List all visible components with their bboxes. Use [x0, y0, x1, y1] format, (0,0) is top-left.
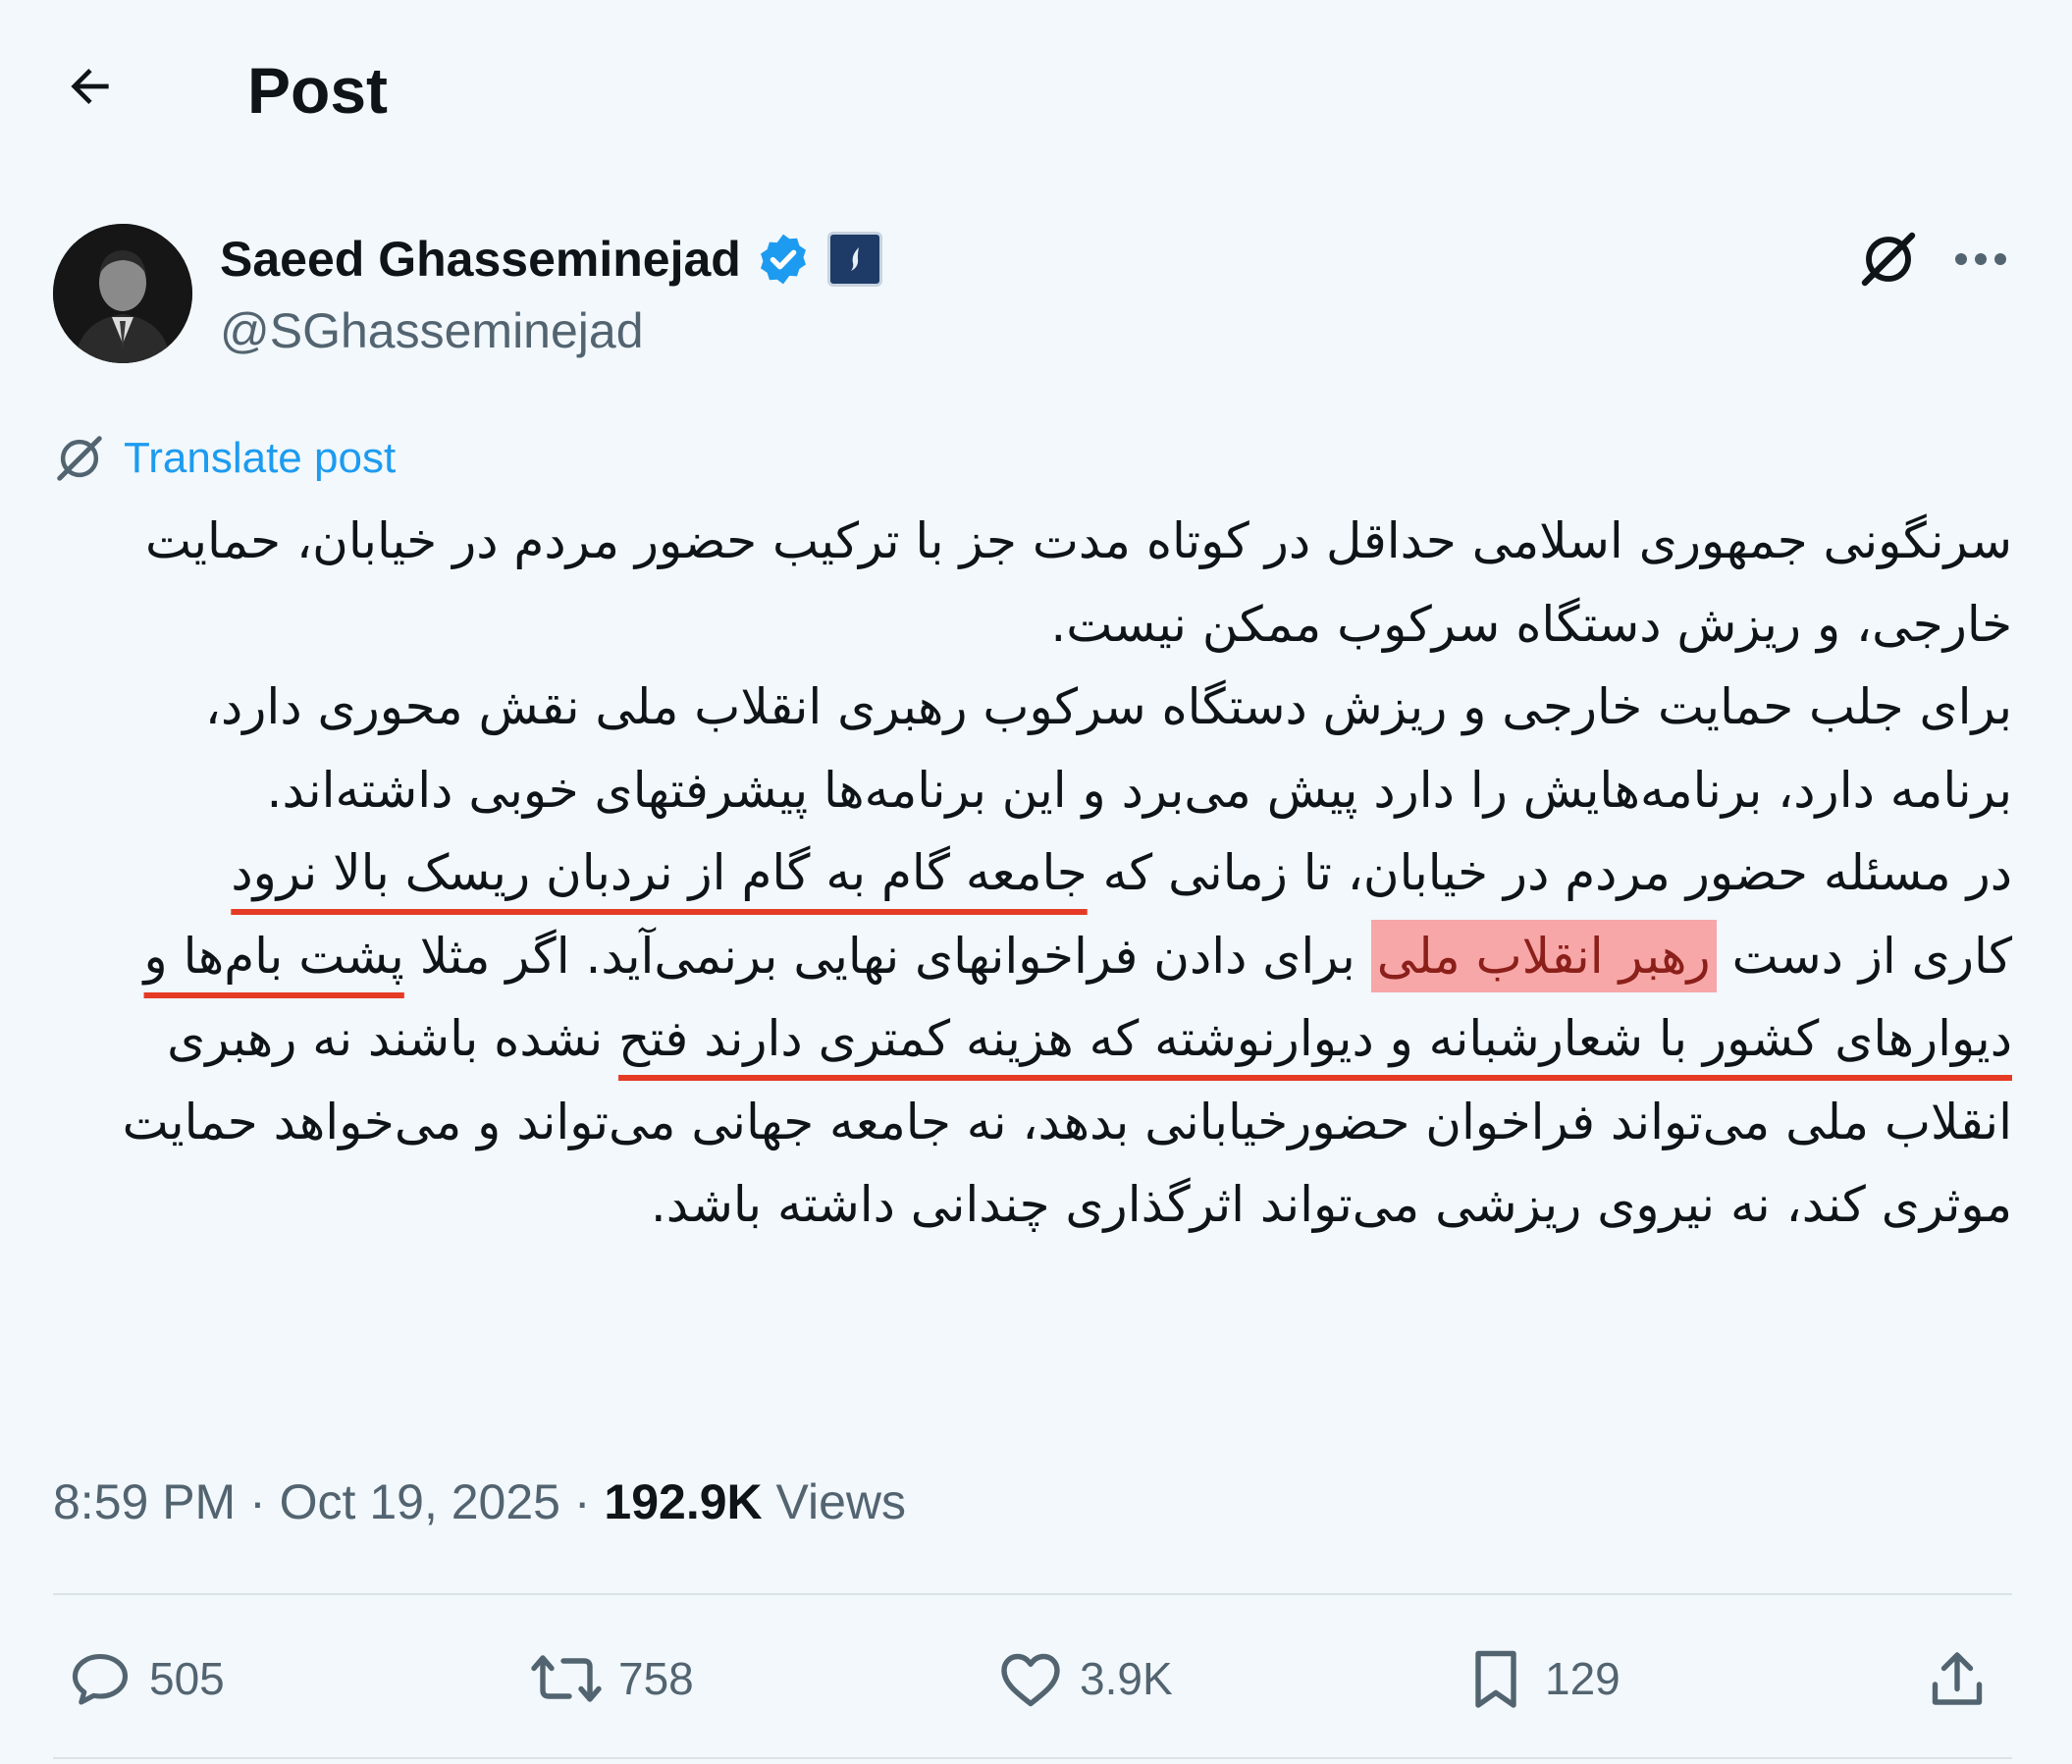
- author-handle[interactable]: @SGhasseminejad: [220, 300, 882, 361]
- reply-icon: [72, 1653, 129, 1705]
- tweet-paragraph-1: سرنگونی جمهوری اسلامی حداقل در کوتاه مدت…: [145, 512, 2012, 653]
- views-label: Views: [775, 1474, 907, 1529]
- verified-badge-icon[interactable]: [755, 231, 812, 288]
- avatar[interactable]: [53, 224, 192, 363]
- divider: [53, 1593, 2012, 1595]
- author-name[interactable]: Saeed Ghasseminejad: [220, 224, 741, 294]
- grok-icon: [1861, 232, 1916, 287]
- back-button[interactable]: [55, 51, 126, 122]
- reply-button[interactable]: 505: [65, 1639, 225, 1718]
- tweet-text-segment: کاری از دست: [1716, 927, 2012, 985]
- tweet-text: سرنگونی جمهوری اسلامی حداقل در کوتاه مدت…: [118, 500, 2012, 1247]
- post-time[interactable]: 8:59 PM: [53, 1474, 236, 1529]
- highlighted-phrase-leader: رهبر انقلاب ملی: [1370, 919, 1717, 992]
- like-icon: [1001, 1653, 1060, 1707]
- more-button[interactable]: [1945, 224, 2016, 294]
- translate-icon: [57, 436, 102, 481]
- tweet-paragraph-2: برای جلب حمایت خارجی و ریزش دستگاه سرکوب…: [204, 678, 2012, 819]
- translate-post-link[interactable]: Translate post: [53, 429, 396, 488]
- page-title: Post: [247, 54, 389, 127]
- post-meta: 8:59 PM · Oct 19, 2025 · 192.9K Views: [53, 1468, 906, 1536]
- more-icon: [1955, 253, 2006, 265]
- like-count: 3.9K: [1080, 1653, 1173, 1704]
- meta-separator: ·: [559, 1474, 605, 1529]
- grok-button[interactable]: [1853, 224, 1924, 294]
- underlined-phrase-ladder: جامعه گام به گام از نردبان ریسک بالا نرو…: [231, 844, 1088, 901]
- bookmark-button[interactable]: 129: [1461, 1639, 1620, 1718]
- post-date[interactable]: Oct 19, 2025: [280, 1474, 560, 1529]
- views-count: 192.9K: [604, 1474, 763, 1529]
- share-button[interactable]: [1922, 1639, 1992, 1718]
- tweet-text-segment: برای دادن فراخوانهای نهایی برنمی‌آید. اگ…: [403, 927, 1371, 985]
- like-button[interactable]: 3.9K: [995, 1639, 1173, 1718]
- tweet-paragraph-3: در مسئله حضور مردم در خیابان، تا زمانی ک…: [118, 831, 2012, 1247]
- bookmark-icon: [1475, 1650, 1516, 1708]
- back-arrow-icon: [71, 69, 109, 104]
- avatar-image: [53, 224, 192, 363]
- top-bar: Post: [0, 0, 2072, 177]
- reply-count: 505: [149, 1653, 225, 1704]
- affiliate-badge-icon[interactable]: [826, 232, 882, 287]
- tweet-text-segment: در مسئله حضور مردم در خیابان، تا زمانی ک…: [1087, 844, 2012, 901]
- share-icon: [1932, 1652, 1983, 1705]
- bookmark-count: 129: [1545, 1653, 1620, 1704]
- author-block: Saeed Ghasseminejad @SGhasseminejad: [220, 224, 882, 361]
- translate-label[interactable]: Translate post: [124, 429, 396, 488]
- divider: [53, 1757, 2012, 1759]
- repost-icon: [531, 1655, 602, 1702]
- meta-separator: ·: [236, 1474, 280, 1529]
- repost-button[interactable]: 758: [528, 1639, 694, 1718]
- repost-count: 758: [618, 1653, 694, 1704]
